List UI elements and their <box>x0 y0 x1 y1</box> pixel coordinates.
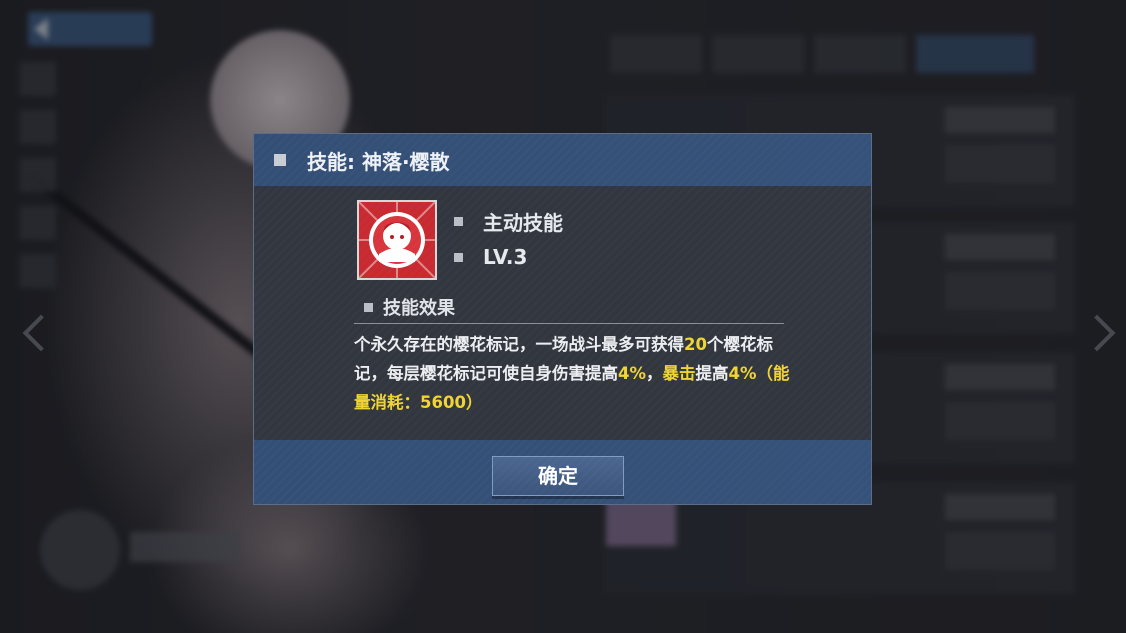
skill-detail-dialog: 技能: 神落·樱散 主动技能 LV.3 技能效果 个永久存在的樱花标记，一场战斗… <box>253 133 872 505</box>
divider <box>354 323 784 324</box>
skill-type: 主动技能 <box>483 211 563 235</box>
skill-portrait-icon <box>357 200 437 280</box>
skill-level: LV.3 <box>483 245 528 269</box>
desc-highlight: 20 <box>684 335 707 354</box>
dialog-footer: 确定 <box>254 440 871 504</box>
dialog-title: 技能: 神落·樱散 <box>307 150 450 174</box>
skill-level-row: LV.3 <box>454 245 527 269</box>
bullet-square-icon <box>454 252 463 262</box>
bullet-square-icon <box>274 154 286 166</box>
confirm-button[interactable]: 确定 <box>492 456 624 496</box>
desc-text: ， <box>646 364 663 383</box>
desc-highlight: 4% <box>728 364 757 383</box>
desc-highlight: 暴击 <box>662 364 696 383</box>
effect-heading-row: 技能效果 <box>364 294 455 320</box>
effect-heading: 技能效果 <box>383 298 455 319</box>
desc-text: 个永久存在的樱花标记，一场战斗最多可获得 <box>354 335 684 354</box>
dialog-header: 技能: 神落·樱散 <box>254 134 871 186</box>
skill-type-row: 主动技能 <box>454 207 563 236</box>
desc-highlight: 4% <box>618 364 647 383</box>
bullet-square-icon <box>364 302 373 312</box>
skill-description: 个永久存在的樱花标记，一场战斗最多可获得20个樱花标记，每层樱花标记可使自身伤害… <box>354 330 794 417</box>
desc-text: 提高 <box>695 364 729 383</box>
bullet-square-icon <box>454 217 463 226</box>
